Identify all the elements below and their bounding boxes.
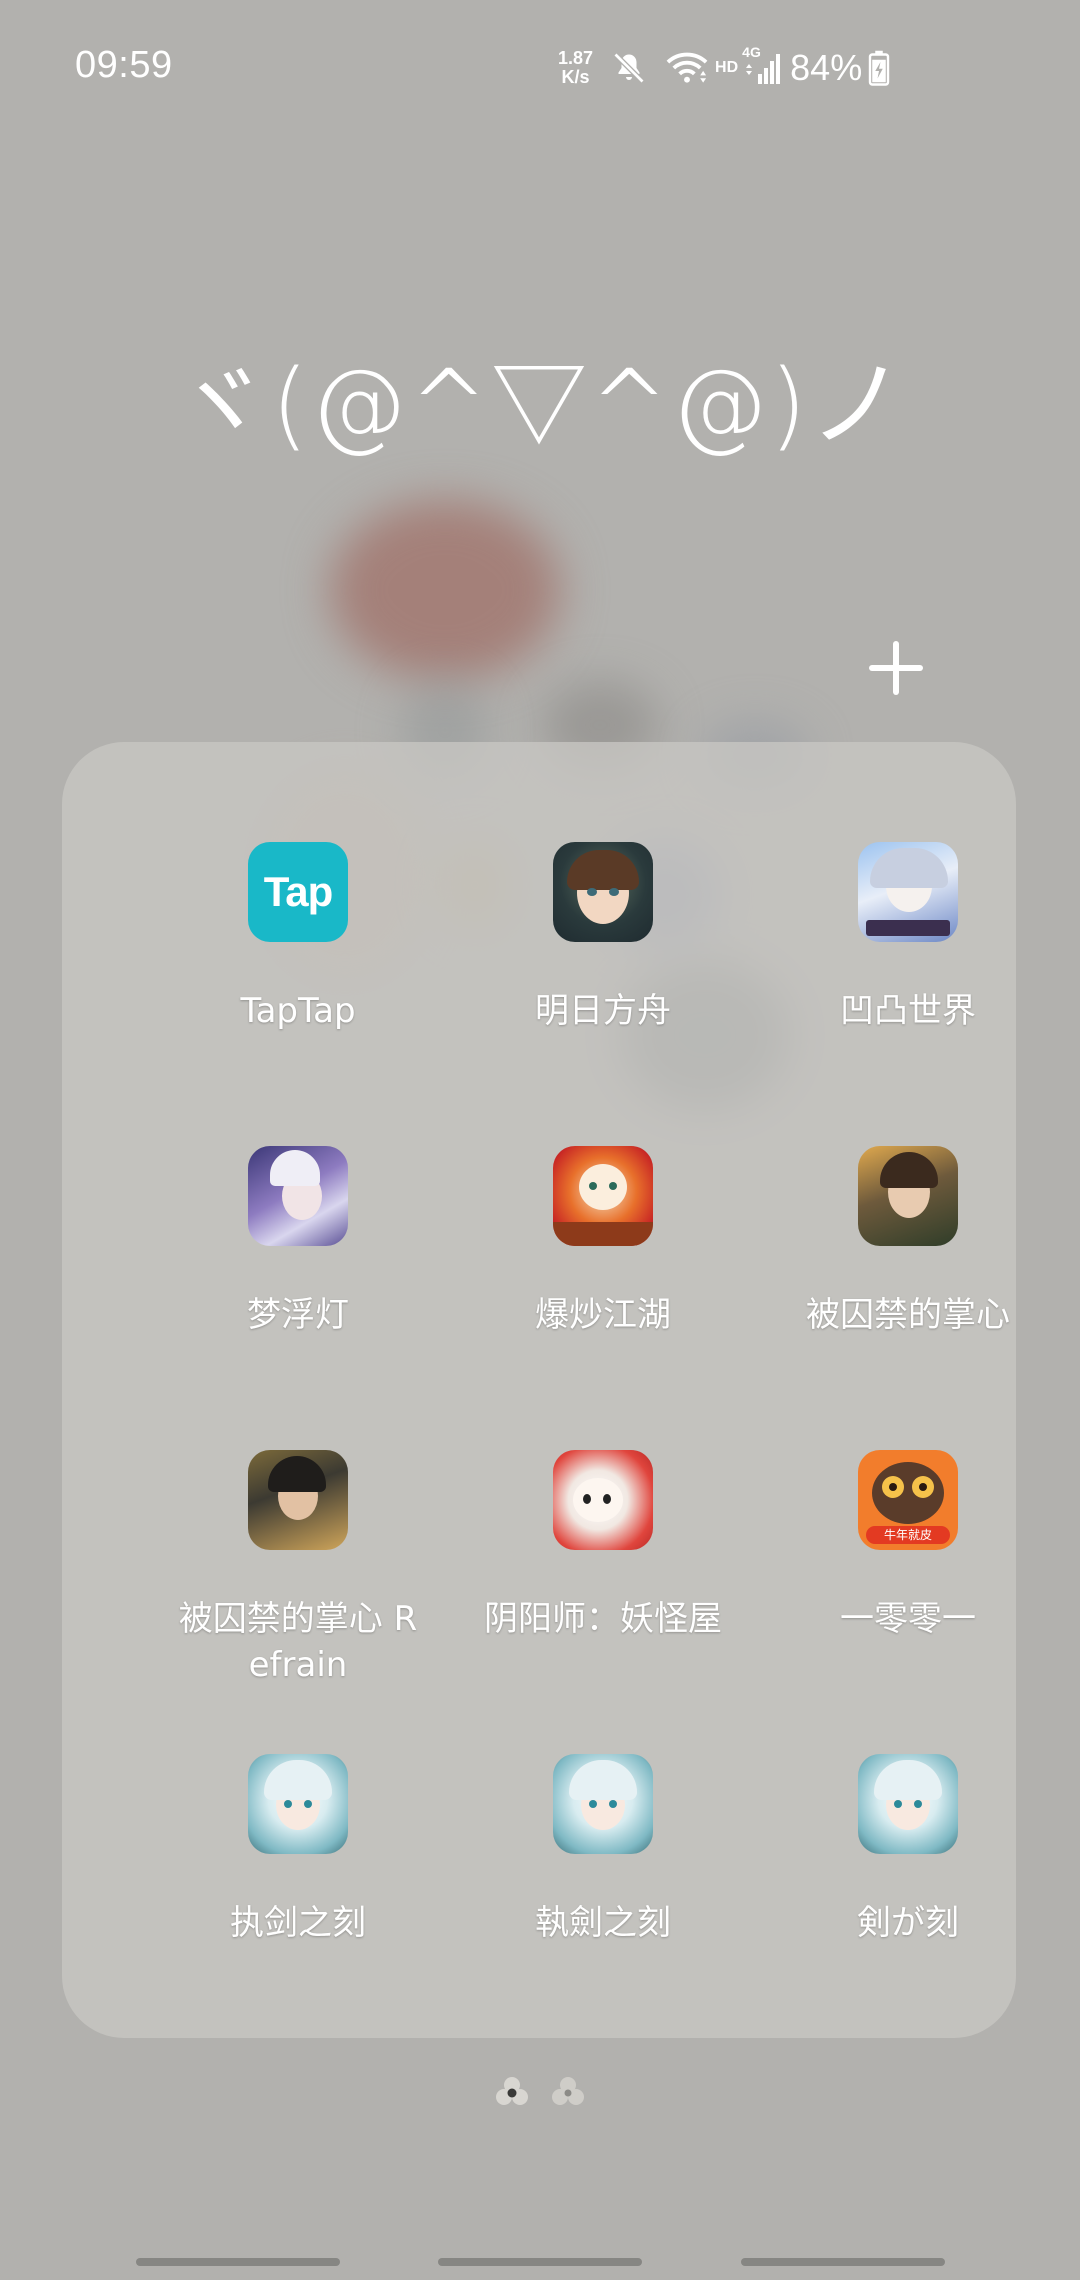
cellular-signal-icon: 4G	[742, 44, 782, 88]
folder-title[interactable]: ヾ(@^▽^@)ノ	[0, 345, 1080, 465]
navigation-bar	[0, 2248, 1080, 2280]
onmyoji-yokai-house-icon	[553, 1450, 653, 1550]
app-label: 一零零一	[840, 1599, 976, 1639]
app-label: 凹凸世界	[840, 991, 976, 1031]
app-ken-ga-toki[interactable]: 剣が刻	[749, 1754, 1067, 1946]
page-dot[interactable]	[549, 2073, 587, 2111]
app-bei-qiu-jin[interactable]: 被囚禁的掌心	[749, 1146, 1067, 1338]
nav-handle-left[interactable]	[136, 2258, 340, 2266]
app-label: TapTap	[240, 991, 356, 1031]
aotu-world-icon	[858, 842, 958, 942]
arknights-icon	[553, 842, 653, 942]
app-label: 阴阳师：妖怪屋	[484, 1599, 722, 1639]
app-zhi-jian-zhi-ke[interactable]: 执剑之刻	[139, 1754, 457, 1946]
app-arknights[interactable]: 明日方舟	[444, 842, 762, 1034]
app-label: 梦浮灯	[247, 1295, 349, 1335]
taptap-logo-text: Tap	[263, 868, 334, 915]
clock: 09:59	[75, 44, 173, 86]
bei-qiu-jin-refrain-icon	[248, 1450, 348, 1550]
ken-ga-toki-icon	[858, 1754, 958, 1854]
nav-handle-center[interactable]	[438, 2258, 642, 2266]
app-label: 执剑之刻	[230, 1903, 366, 1943]
app-folder-panel: Tap TapTap 明日方舟 凹凸世界 梦浮灯 爆炒江湖 被囚禁的掌心 被囚禁…	[62, 742, 1016, 2038]
yi-ling-ling-yi-icon: 牛年就皮	[858, 1450, 958, 1550]
wallpaper-blob	[330, 500, 560, 680]
zhi-jian-zhi-ke-tw-icon	[553, 1754, 653, 1854]
app-taptap[interactable]: Tap TapTap	[139, 842, 457, 1034]
app-label: 明日方舟	[535, 991, 671, 1031]
app-bao-chao-jiang-hu[interactable]: 爆炒江湖	[444, 1146, 762, 1338]
add-apps-button[interactable]	[866, 638, 926, 698]
app-label: 爆炒江湖	[535, 1295, 671, 1335]
app-yi-ling-ling-yi[interactable]: 牛年就皮 一零零一	[749, 1450, 1067, 1642]
battery-percentage: 84%	[790, 47, 863, 88]
status-icons: 1.87 K/s HD 4G 84%	[558, 44, 890, 92]
bei-qiu-jin-icon	[858, 1146, 958, 1246]
bao-chao-jiang-hu-icon	[553, 1146, 653, 1246]
app-bei-qiu-jin-refrain[interactable]: 被囚禁的掌心 Refrain	[139, 1450, 457, 1688]
app-label: 被囚禁的掌心	[806, 1295, 1010, 1335]
app-zhi-jian-zhi-ke-tw[interactable]: 執劍之刻	[444, 1754, 762, 1946]
meng-fu-deng-icon	[248, 1146, 348, 1246]
app-label: 執劍之刻	[535, 1903, 671, 1943]
app-label: 被囚禁的掌心 Refrain	[178, 1599, 418, 1685]
page-dot-active[interactable]	[493, 2073, 531, 2111]
battery-charging-icon	[868, 50, 890, 86]
yi-ling-ling-yi-badge: 牛年就皮	[866, 1526, 950, 1544]
wifi-icon	[665, 50, 709, 86]
nav-handle-right[interactable]	[741, 2258, 945, 2266]
app-label: 剣が刻	[857, 1903, 959, 1943]
page-indicator[interactable]	[0, 2072, 1080, 2112]
network-speed: 1.87 K/s	[558, 49, 593, 87]
app-onmyoji-yokai-house[interactable]: 阴阳师：妖怪屋	[444, 1450, 762, 1642]
mute-icon	[611, 50, 647, 86]
network-speed-unit: K/s	[561, 67, 590, 87]
hd-voice-indicator: HD	[715, 59, 739, 76]
app-aotu-world[interactable]: 凹凸世界	[749, 842, 1067, 1034]
zhi-jian-zhi-ke-icon	[248, 1754, 348, 1854]
status-bar: 09:59 1.87 K/s HD 4G 84%	[0, 0, 1080, 136]
plus-icon	[869, 641, 923, 695]
taptap-icon: Tap	[248, 842, 348, 942]
network-speed-value: 1.87	[558, 48, 594, 68]
app-meng-fu-deng[interactable]: 梦浮灯	[139, 1146, 457, 1338]
